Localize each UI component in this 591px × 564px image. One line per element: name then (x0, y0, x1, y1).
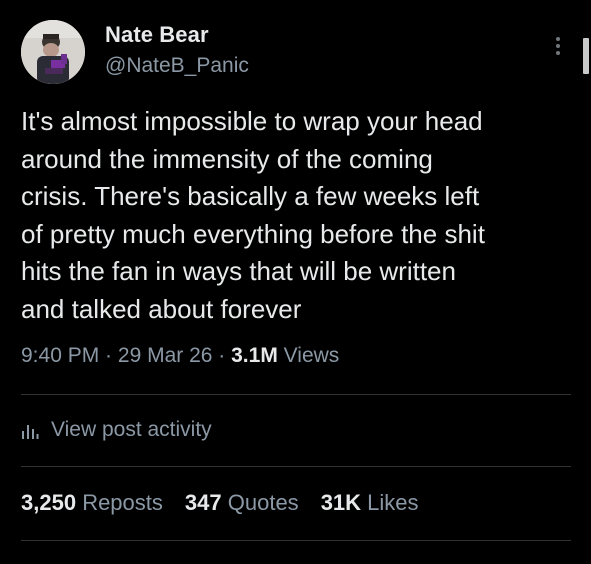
more-vertical-icon[interactable] (548, 34, 568, 64)
quotes-count: 347 (184, 490, 222, 515)
view-post-activity-label: View post activity (51, 418, 212, 441)
view-post-activity-link[interactable]: View post activity (21, 418, 212, 442)
reposts-label: Reposts (82, 490, 163, 515)
views-count: 3.1M (231, 344, 278, 367)
post-meta: 9:40 PM · 29 Mar 26 · 3.1M Views (21, 344, 339, 368)
avatar-image (21, 20, 85, 84)
more-dot (556, 37, 560, 41)
author-name[interactable]: Nate Bear (105, 22, 209, 48)
meta-separator: · (212, 344, 232, 367)
divider (21, 394, 571, 395)
reposts-stat[interactable]: 3,250 Reposts (21, 490, 163, 516)
meta-separator: · (99, 344, 118, 367)
quotes-stat[interactable]: 347 Quotes (185, 490, 299, 516)
more-dot (556, 51, 560, 55)
divider (21, 466, 571, 467)
avatar[interactable] (21, 20, 85, 84)
reposts-count: 3,250 (21, 490, 77, 515)
likes-label: Likes (367, 490, 419, 515)
quotes-label: Quotes (227, 490, 299, 515)
engagement-stats: 3,250 Reposts 347 Quotes 31K Likes (21, 490, 441, 516)
likes-count: 31K (320, 490, 362, 515)
post-time[interactable]: 9:40 PM (21, 344, 99, 367)
likes-stat[interactable]: 31K Likes (321, 490, 419, 516)
scrollbar-thumb[interactable] (583, 38, 589, 74)
analytics-bars-icon (22, 425, 39, 439)
post-detail: Nate Bear @NateB_Panic It's almost impos… (0, 0, 591, 564)
post-text: It's almost impossible to wrap your head… (21, 106, 485, 324)
author-handle[interactable]: @NateB_Panic (105, 54, 249, 78)
post-date[interactable]: 29 Mar 26 (118, 344, 213, 367)
divider (21, 540, 571, 541)
more-dot (556, 44, 560, 48)
views-label: Views (277, 344, 340, 367)
